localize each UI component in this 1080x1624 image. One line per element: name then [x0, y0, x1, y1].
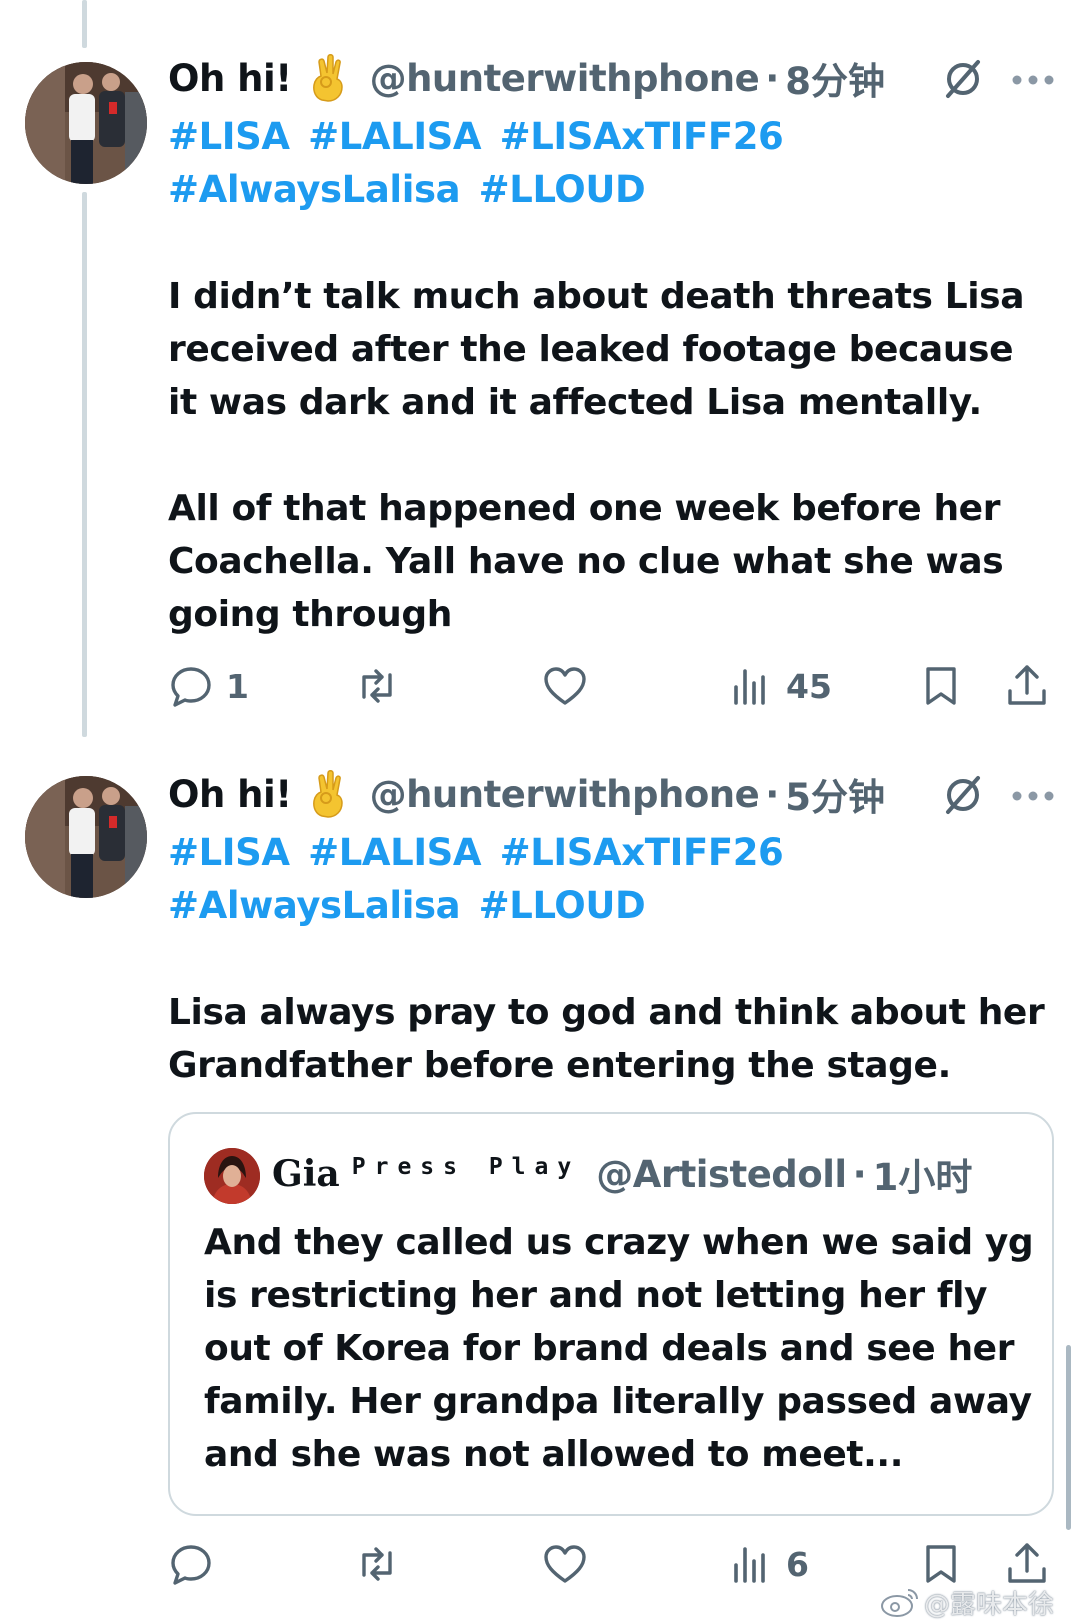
separator: ·: [765, 772, 780, 816]
reply-icon: [171, 1545, 211, 1585]
hashtag-link[interactable]: #LISAxTIFF26: [500, 831, 784, 874]
views-count: 6: [786, 1544, 809, 1584]
bookmark-icon: [926, 1545, 956, 1583]
tweet-2[interactable]: Oh hi! @hunterwithphone · 5分钟 #LISA #LAL…: [0, 0, 1080, 1624]
repost-button[interactable]: [354, 1534, 412, 1594]
quoted-avatar[interactable]: [204, 1148, 260, 1204]
avatar[interactable]: [25, 776, 147, 898]
scrollbar[interactable]: [1066, 1345, 1071, 1530]
hashtag-link[interactable]: #LALISA: [308, 831, 481, 874]
watermark-text: @露味本徐: [924, 1589, 1055, 1620]
quoted-timestamp[interactable]: 1小时: [873, 1147, 973, 1201]
hashtags: #LISA #LALISA #LISAxTIFF26 #AlwaysLalisa…: [168, 826, 789, 932]
hashtag-link[interactable]: #LISA: [168, 831, 290, 874]
weibo-icon: [881, 1589, 918, 1617]
quoted-tweet[interactable]: Gia Press Play @Artistedoll · 1小时 And th…: [168, 1112, 1054, 1516]
views-icon: [734, 1547, 765, 1583]
quoted-text: And they called us crazy when we said yg…: [204, 1222, 1034, 1475]
quoted-header: Gia Press Play @Artistedoll · 1小时: [272, 1144, 972, 1204]
handle[interactable]: @hunterwithphone: [370, 773, 760, 816]
quoted-name-subtitle: Press Play: [351, 1154, 581, 1180]
tweet-header: Oh hi! @hunterwithphone · 5分钟: [168, 766, 885, 822]
like-icon: [544, 1545, 586, 1583]
quoted-display-name[interactable]: Gia: [272, 1153, 340, 1195]
like-button[interactable]: [542, 1534, 600, 1594]
ok-hand-emoji: [308, 770, 352, 818]
grok-icon[interactable]: [940, 772, 986, 818]
reply-button[interactable]: [168, 1534, 226, 1594]
more-icon[interactable]: [1010, 788, 1056, 804]
share-icon: [1008, 1543, 1046, 1583]
quoted-handle[interactable]: @Artistedoll: [596, 1153, 847, 1196]
repost-icon: [362, 1547, 392, 1581]
views-button[interactable]: 6: [728, 1534, 809, 1594]
hashtag-link[interactable]: #LLOUD: [479, 884, 646, 927]
tweet-text-paragraph: Lisa always pray to god and think about …: [168, 992, 1045, 1086]
hashtag-link[interactable]: #AlwaysLalisa: [168, 884, 461, 927]
watermark: @露味本徐: [880, 1582, 1054, 1622]
timestamp[interactable]: 5分钟: [785, 767, 885, 821]
separator: ·: [852, 1152, 867, 1196]
display-name[interactable]: Oh hi!: [168, 773, 292, 816]
